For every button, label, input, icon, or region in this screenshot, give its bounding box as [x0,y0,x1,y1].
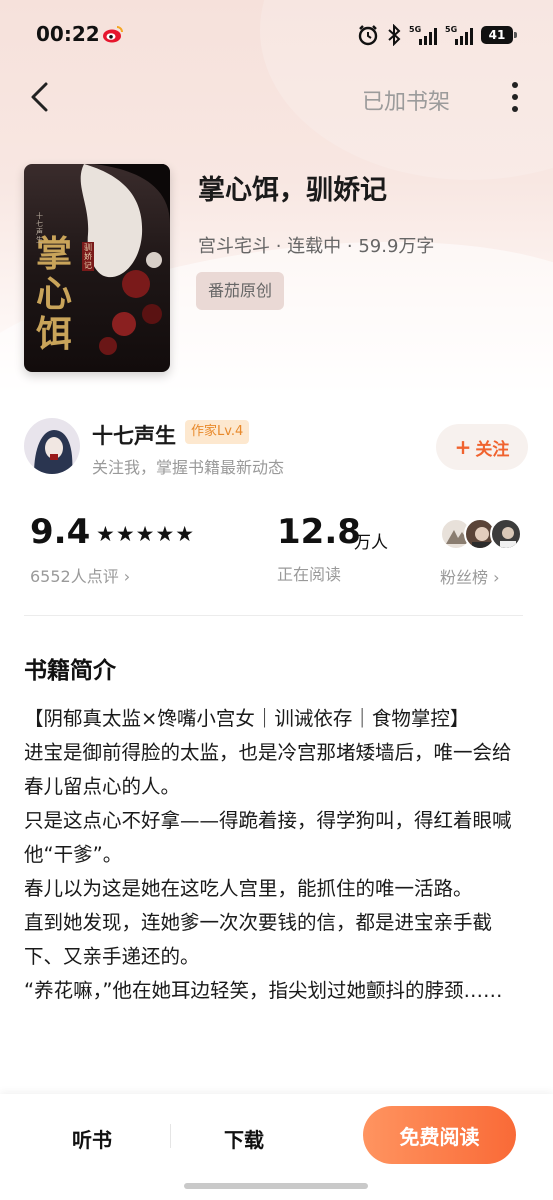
bluetooth-icon [388,24,401,46]
fan-avatar [490,518,522,550]
plus-icon: + [454,435,472,459]
status-icons: 5G 5G 41 [357,22,517,48]
battery-icon: 41 [481,26,517,44]
author-level-badge: 作家Lv.4 [185,420,250,444]
book-cover[interactable]: 掌心饵 驯娇记 十七声生 [24,164,170,372]
book-title: 掌心饵，驯娇记 [198,175,387,206]
weibo-icon [103,26,123,43]
readers-count: 12.8 [277,512,361,552]
free-read-button[interactable]: 免费阅读 [363,1106,516,1164]
alarm-icon [358,25,378,46]
download-button[interactable]: 下载 [224,1124,264,1153]
added-to-shelf-label[interactable]: 已加书架 [362,84,450,116]
divider [24,615,523,616]
status-bar: 00:22 5G 5G 41 [0,0,553,72]
cover-title-text: 掌心饵 [36,233,73,355]
intro-paragraph: 春儿以为这是她在这吃人宫里，能抓住的唯一活路。 [24,877,473,900]
listen-button[interactable]: 听书 [72,1124,112,1153]
follow-button[interactable]: + 关注 [436,424,528,470]
intro-paragraph: 【阴郁真太监×馋嘴小宫女｜训诫依存｜食物掌控】 [24,707,470,730]
intro-body: 【阴郁真太监×馋嘴小宫女｜训诫依存｜食物掌控】 进宝是御前得脸的太监，也是冷宫那… [24,702,529,1094]
more-options-icon[interactable] [504,80,526,114]
cover-subtitle-text: 驯娇记 [82,242,94,271]
rating-stars: ★★★★★ [96,522,196,546]
intro-paragraph: “养花嘛，”他在她耳边轻笑，指尖划过她颤抖的脖颈…… [24,979,503,1002]
book-meta: 宫斗宅斗 · 连载中 · 59.9万字 [198,236,435,257]
readers-label: 正在阅读 [277,565,342,584]
fans-rank-link[interactable]: 粉丝榜 › [440,564,500,588]
author-description: 关注我，掌握书籍最新动态 [92,458,285,477]
avatar-image [24,418,80,474]
author-name[interactable]: 十七声生 [92,420,176,450]
network-label: 5G [445,25,457,34]
intro-title: 书籍简介 [24,658,116,684]
signal-icon: 5G [445,25,473,45]
author-avatar[interactable] [24,418,80,474]
book-source-tag: 番茄原创 [196,272,285,310]
rating-score: 9.4 [30,512,91,552]
follow-label: 关注 [475,439,510,460]
network-label: 5G [409,25,421,34]
intro-paragraph: 进宝是御前得脸的太监，也是冷宫那堵矮墙后，唯一会给春儿留点心的人。 [24,741,512,798]
signal-icon: 5G [409,25,437,45]
fans-avatars[interactable] [440,518,524,552]
back-arrow-icon[interactable] [26,80,56,114]
intro-paragraph: 只是这点心不好拿——得跪着接，得学狗叫，得红着眼喊他“干爹”。 [24,809,512,866]
bar-separator [170,1124,171,1148]
intro-paragraph: 直到她发现，连她爹一次次要钱的信，都是进宝亲手截下、又亲手递还的。 [24,911,493,968]
readers-unit: 万人 [354,533,388,553]
home-indicator[interactable] [184,1183,368,1189]
reviews-link[interactable]: 6552人点评 › [30,563,130,587]
status-time: 00:22 [36,22,100,46]
cover-author-text: 十七声生 [36,212,43,244]
